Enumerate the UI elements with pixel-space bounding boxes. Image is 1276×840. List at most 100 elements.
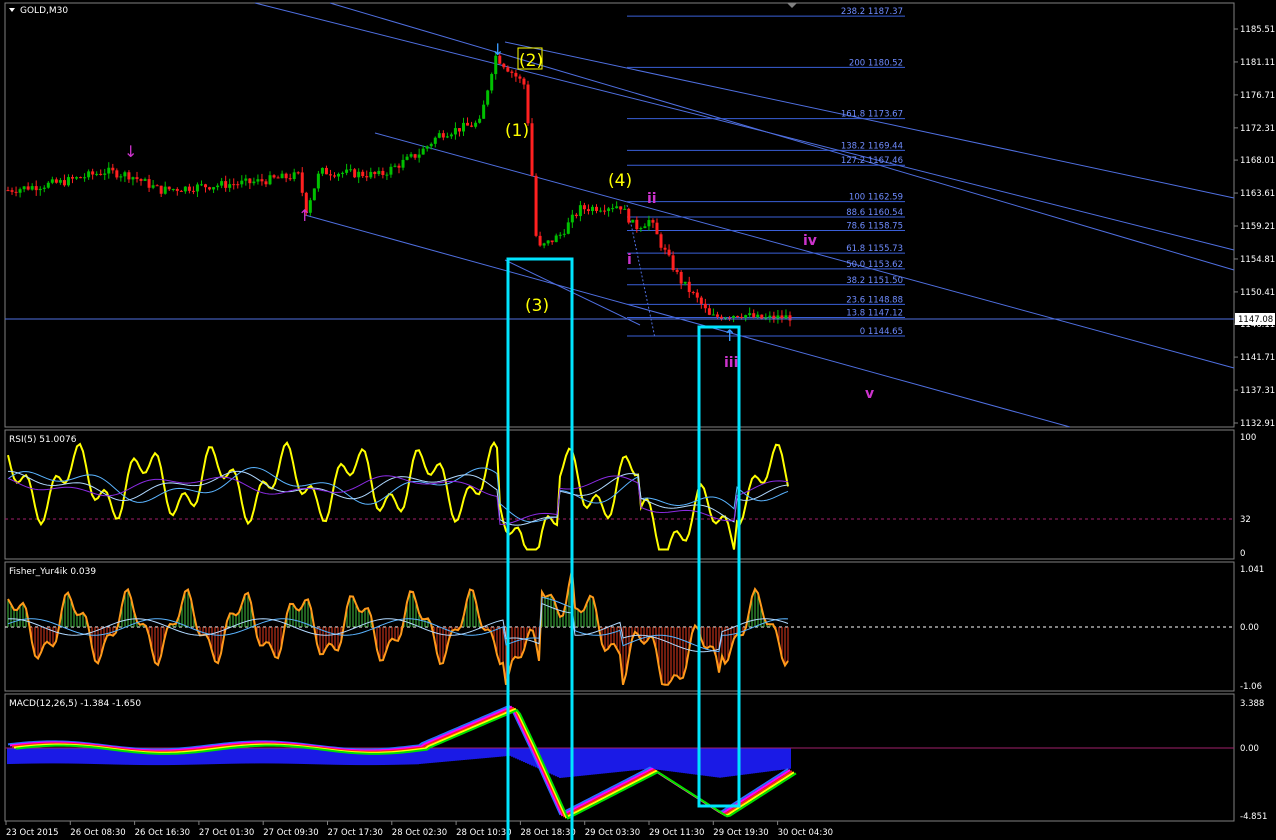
candle-body (54, 179, 58, 183)
candle-body (715, 314, 719, 317)
candle-body (582, 205, 586, 210)
candle-body (663, 247, 667, 250)
candle-body (736, 315, 740, 317)
rsi-panel-title: RSI(5) 51.0076 (9, 435, 77, 445)
symbol-dropdown-icon[interactable] (9, 8, 15, 12)
candle-body (756, 314, 760, 318)
time-tick-label: 26 Oct 16:30 (135, 828, 190, 838)
candle-body (345, 169, 349, 173)
candle-body (284, 173, 288, 179)
candle-body (268, 175, 272, 185)
wave-label-4: (4) (608, 171, 632, 191)
candle-body (361, 171, 365, 177)
candle-body (466, 122, 470, 126)
chart-shift-marker-icon[interactable] (787, 3, 797, 8)
candle-body (252, 181, 256, 184)
candle-body (578, 205, 582, 217)
candle-body (437, 133, 441, 138)
candle-body (453, 128, 457, 135)
candle-body (611, 208, 615, 210)
fisher-tick-label: 1.041 (1240, 565, 1264, 575)
fractal-bottom-arrow-icon: ↑ (723, 326, 736, 345)
time-tick-label: 23 Oct 2015 (6, 828, 59, 838)
trading-chart[interactable]: GOLD,M30 RSI(5) 51.0076 Fisher_Yur4ik 0.… (0, 0, 1276, 840)
fib-level-label: 161.8 1173.67 (841, 110, 903, 120)
candle-body (50, 179, 54, 183)
price-tick-label: 1154.81 (1240, 255, 1275, 265)
rsi-tick-label: 32 (1240, 515, 1251, 525)
price-tick-label: 1132.91 (1240, 419, 1275, 429)
fisher-series (5, 569, 1234, 686)
candle-body (353, 169, 357, 178)
candle-body (647, 220, 651, 227)
candle-body (784, 315, 788, 319)
candle-body (30, 186, 34, 190)
candle-body (651, 220, 655, 223)
candle-body (333, 175, 337, 177)
candle-body (635, 219, 639, 230)
candle-body (502, 63, 506, 68)
highlight-box-wave-iii (697, 325, 741, 808)
candle-body (103, 173, 107, 175)
candle-body (316, 173, 320, 189)
candle-body (95, 173, 99, 175)
time-tick-label: 26 Oct 08:30 (70, 828, 125, 838)
candle-body (381, 170, 385, 176)
time-tick-label: 28 Oct 18:30 (520, 828, 575, 838)
candle-body (187, 186, 191, 191)
candle-body (554, 235, 558, 243)
candle-body (159, 185, 163, 194)
candle-body (699, 297, 703, 304)
wave-label-ii: ii (647, 191, 657, 207)
candle-body (232, 184, 236, 186)
fisher-tick-label: 0.00 (1240, 623, 1259, 633)
price-tick-label: 1163.61 (1240, 189, 1275, 199)
candle-body (220, 181, 224, 186)
candle-body (788, 315, 792, 321)
candle-body (421, 148, 425, 155)
candle-body (131, 177, 135, 180)
fractal-top-arrow-icon: ↓ (491, 40, 504, 59)
candle-body (248, 178, 252, 184)
candle-body (147, 179, 151, 188)
candle-body (42, 187, 46, 189)
candle-body (18, 189, 22, 193)
candle-body (470, 125, 474, 127)
rsi-ma-line (7, 470, 789, 526)
candle-body (703, 303, 707, 309)
fisher-panel-title: Fisher_Yur4ik 0.039 (9, 567, 96, 577)
fib-level-label: 200 1180.52 (849, 58, 903, 68)
candle-body (691, 292, 695, 294)
price-tick-label: 1150.41 (1240, 288, 1275, 298)
fib-level-label: 138.2 1169.44 (841, 141, 903, 151)
candle-body (671, 255, 675, 271)
main-panel-title: GOLD,M30 (20, 6, 68, 16)
candle-body (83, 177, 87, 179)
current-price-label: 1147.08 (1238, 315, 1273, 325)
candle-body (744, 315, 748, 318)
candle-body (607, 208, 611, 212)
rsi-series (5, 440, 1234, 551)
rsi-tick-label: 100 (1240, 433, 1256, 443)
candle-body (280, 173, 284, 179)
candle-body (341, 172, 345, 174)
candle-body (365, 176, 369, 178)
candle-body (474, 122, 478, 127)
candle-body (14, 191, 18, 193)
candle-body (143, 179, 147, 181)
candle-body (619, 206, 623, 210)
candle-body (119, 176, 123, 178)
fib-level-label: 238.2 1187.37 (841, 7, 903, 17)
candle-body (425, 146, 429, 149)
candle-body (127, 172, 131, 180)
price-tick-label: 1141.71 (1240, 353, 1275, 363)
candle-body (260, 179, 264, 182)
price-tick-label: 1168.01 (1240, 156, 1275, 166)
candle-body (123, 172, 127, 177)
candle-body (655, 222, 659, 235)
candle-body (683, 281, 687, 284)
price-tick-label: 1176.71 (1240, 91, 1275, 101)
fib-level-label: 50.0 1153.62 (846, 260, 903, 270)
candle-body (296, 172, 300, 174)
candle-body (328, 174, 332, 176)
